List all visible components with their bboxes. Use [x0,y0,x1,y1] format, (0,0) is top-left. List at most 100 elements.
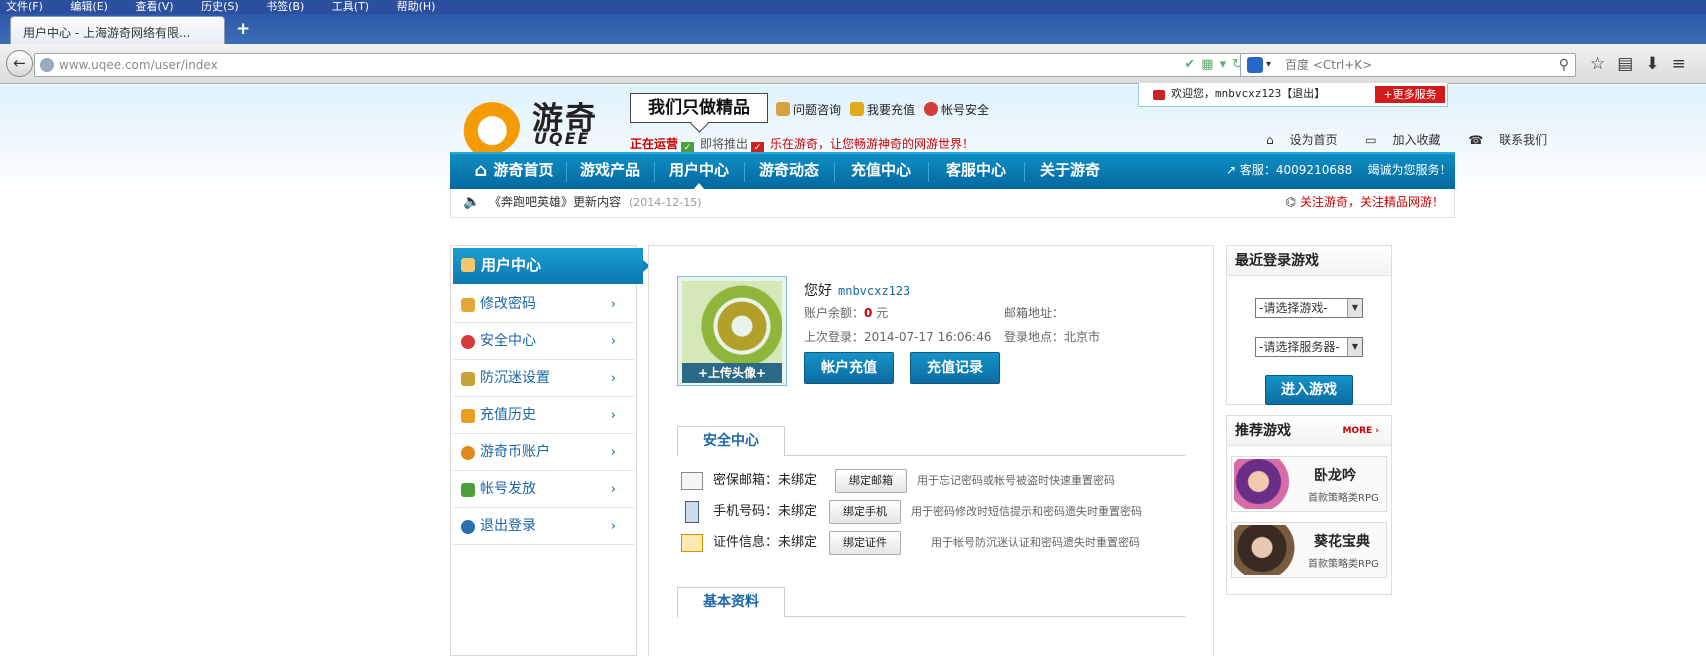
quick-link-security[interactable]: 帐号安全 [924,101,989,118]
nav-games[interactable]: 游戏产品 [570,154,650,189]
security-section-title[interactable]: 安全中心 [677,426,785,457]
game-select[interactable]: -请选择游戏- ▼ [1255,298,1363,318]
sidebar-header[interactable]: 用户中心 [453,248,650,284]
sidebar-item-recharge-history[interactable]: 充值历史 › [453,397,634,434]
url-bar[interactable]: www.uqee.com/user/index ✔▦▾↻ [34,53,1256,77]
more-service-button[interactable]: +更多服务 [1375,86,1445,103]
bind-email-button[interactable]: 绑定邮箱 [835,469,907,493]
game-desc: 首款策略类RPG [1308,493,1379,504]
set-homepage-label: 设为首页 [1289,133,1338,147]
status-coming[interactable]: 即将推出 [700,137,748,151]
shield-icon [461,335,475,349]
search-bar[interactable]: 🐾 ▾ 百度 <Ctrl+K> ⚲ [1240,53,1576,77]
shield-check-icon[interactable]: ✔ [1184,57,1201,72]
new-tab-button[interactable]: + [236,19,250,39]
status-running[interactable]: 正在运营 [630,137,678,151]
menu-history[interactable]: 历史(S) [201,1,239,12]
nav-user-center[interactable]: 用户中心 [658,154,740,190]
id-security-desc: 用于帐号防沉迷认证和密码遗失时重置密码 [931,536,1140,549]
back-button[interactable]: ← [6,50,33,77]
top-links: ⌂ 设为首页 ▭ 加入收藏 ☎ 联系我们 [1242,131,1547,148]
recommended-games-header: 推荐游戏 MORE › [1227,416,1391,446]
quick-link-recharge-label: 我要充值 [867,103,916,117]
enter-game-button[interactable]: 进入游戏 [1265,375,1353,405]
user-icon [461,258,475,272]
menu-edit[interactable]: 编辑(E) [70,1,108,12]
browser-tab-active[interactable]: 用户中心 - 上海游奇网络有限... [10,16,225,44]
contact-us-link[interactable]: ☎ 联系我们 [1456,133,1547,147]
help-person-icon [776,102,790,116]
browser-tab-strip: 用户中心 - 上海游奇网络有限... + [0,14,1706,44]
status-message: 乐在游奇，让您畅游神奇的网游世界！ [770,137,975,151]
nav-news[interactable]: 游奇动态 [748,154,830,189]
sidebar-item-anti-addiction[interactable]: 防沉迷设置 › [453,360,634,397]
recommended-game-card[interactable]: 葵花宝典 首款策略类RPG [1231,522,1387,578]
baidu-paw-icon[interactable]: 🐾 [1247,57,1263,73]
sidebar-item-account-issue[interactable]: 帐号发放 › [453,471,634,508]
menu-view[interactable]: 查看(V) [135,1,173,12]
news-item[interactable]: 《奔跑吧英雄》更新内容 (2014-12-15) [489,189,702,216]
chevron-right-icon: › [610,445,616,460]
game-thumbnail-kuihua [1234,525,1304,575]
download-icon[interactable]: ⬇ [1645,54,1671,74]
clipboard-icon[interactable]: ▤ [1617,54,1645,74]
nav-divider [928,162,929,182]
chevron-right-icon: › [610,519,616,534]
nav-recharge[interactable]: 充值中心 [838,154,924,189]
search-icon[interactable]: ⚲ [1559,54,1569,76]
quick-link-recharge[interactable]: 我要充值 [850,101,915,118]
login-place-label: 登录地点： [1004,330,1065,344]
upload-avatar-button[interactable]: +上传头像+ [682,363,782,383]
email-security-label: 密保邮箱：未绑定 [713,468,817,494]
menu-tools[interactable]: 工具(T) [332,1,369,12]
sidebar-item-change-password[interactable]: 修改密码 › [453,286,634,323]
pencil-icon [461,372,475,386]
menu-help[interactable]: 帮助(H) [397,1,436,12]
qr-code-icon[interactable]: ▦ [1201,57,1219,72]
news-date: (2014-12-15) [629,196,702,209]
chevron-right-icon: › [610,334,616,349]
server-select[interactable]: -请选择服务器- ▼ [1255,337,1363,357]
sidebar-item-logout[interactable]: 退出登录 › [453,508,634,545]
dropdown-arrow-icon[interactable]: ▾ [1220,57,1233,72]
binoculars-icon: ⌬ [1285,195,1297,209]
follow-label: 关注游奇，关注精品网游！ [1299,195,1444,209]
welcome-text[interactable]: 欢迎您，mnbvcxz123【退出】 [1171,87,1325,100]
bind-id-button[interactable]: 绑定证件 [829,531,901,555]
add-favorite-link[interactable]: ▭ 加入收藏 [1353,133,1440,147]
set-homepage-link[interactable]: ⌂ 设为首页 [1254,133,1337,147]
menu-icon[interactable]: ≡ [1672,54,1698,74]
browser-nav-bar: ← www.uqee.com/user/index ✔▦▾↻ 🐾 ▾ 百度 <C… [0,44,1706,84]
account-recharge-button[interactable]: 帐户充值 [804,352,894,384]
menu-file[interactable]: 文件(F) [6,1,43,12]
recommended-game-card[interactable]: 卧龙吟 首款策略类RPG [1231,456,1387,512]
quick-link-help[interactable]: 问题咨询 [776,101,841,118]
login-place-value: 北京市 [1064,330,1101,344]
message-icon [1153,90,1165,100]
bind-phone-button[interactable]: 绑定手机 [829,500,901,524]
url-host: www.uqee.com [59,58,151,72]
id-security-label: 证件信息：未绑定 [713,530,817,556]
menu-bookmarks[interactable]: 书签(B) [266,1,304,12]
lock-icon [461,298,475,312]
basic-info-section-title[interactable]: 基本资料 [677,587,785,618]
sidebar-item-coin-account[interactable]: 游奇币账户 › [453,434,634,471]
engine-dropdown-icon[interactable]: ▾ [1266,54,1271,76]
server-select-value: -请选择服务器- [1259,340,1340,354]
recharge-records-button[interactable]: 充值记录 [910,352,1000,384]
balance-label: 账户余额： [804,306,865,320]
chevron-right-icon: › [610,371,616,386]
more-games-link[interactable]: MORE › [1342,416,1379,446]
nav-home[interactable]: ⌂ 游奇首页 [464,154,564,189]
sidebar-item-label: 安全中心 [480,333,536,349]
last-login-row: 上次登录：2014-07-17 16:06:46 [804,328,991,345]
bookmark-star-icon[interactable]: ☆ [1590,54,1617,74]
site-logo[interactable]: 游奇 UQEE [454,89,624,159]
nav-about[interactable]: 关于游奇 [1028,154,1112,189]
hotline-tag: 竭诚为您服务！ [1367,163,1452,177]
coins-icon [850,102,864,116]
nav-home-label: 游奇首页 [493,161,554,179]
nav-service[interactable]: 客服中心 [932,154,1020,189]
sidebar-item-security[interactable]: 安全中心 › [453,323,634,360]
phone-security-label: 手机号码：未绑定 [713,499,817,525]
